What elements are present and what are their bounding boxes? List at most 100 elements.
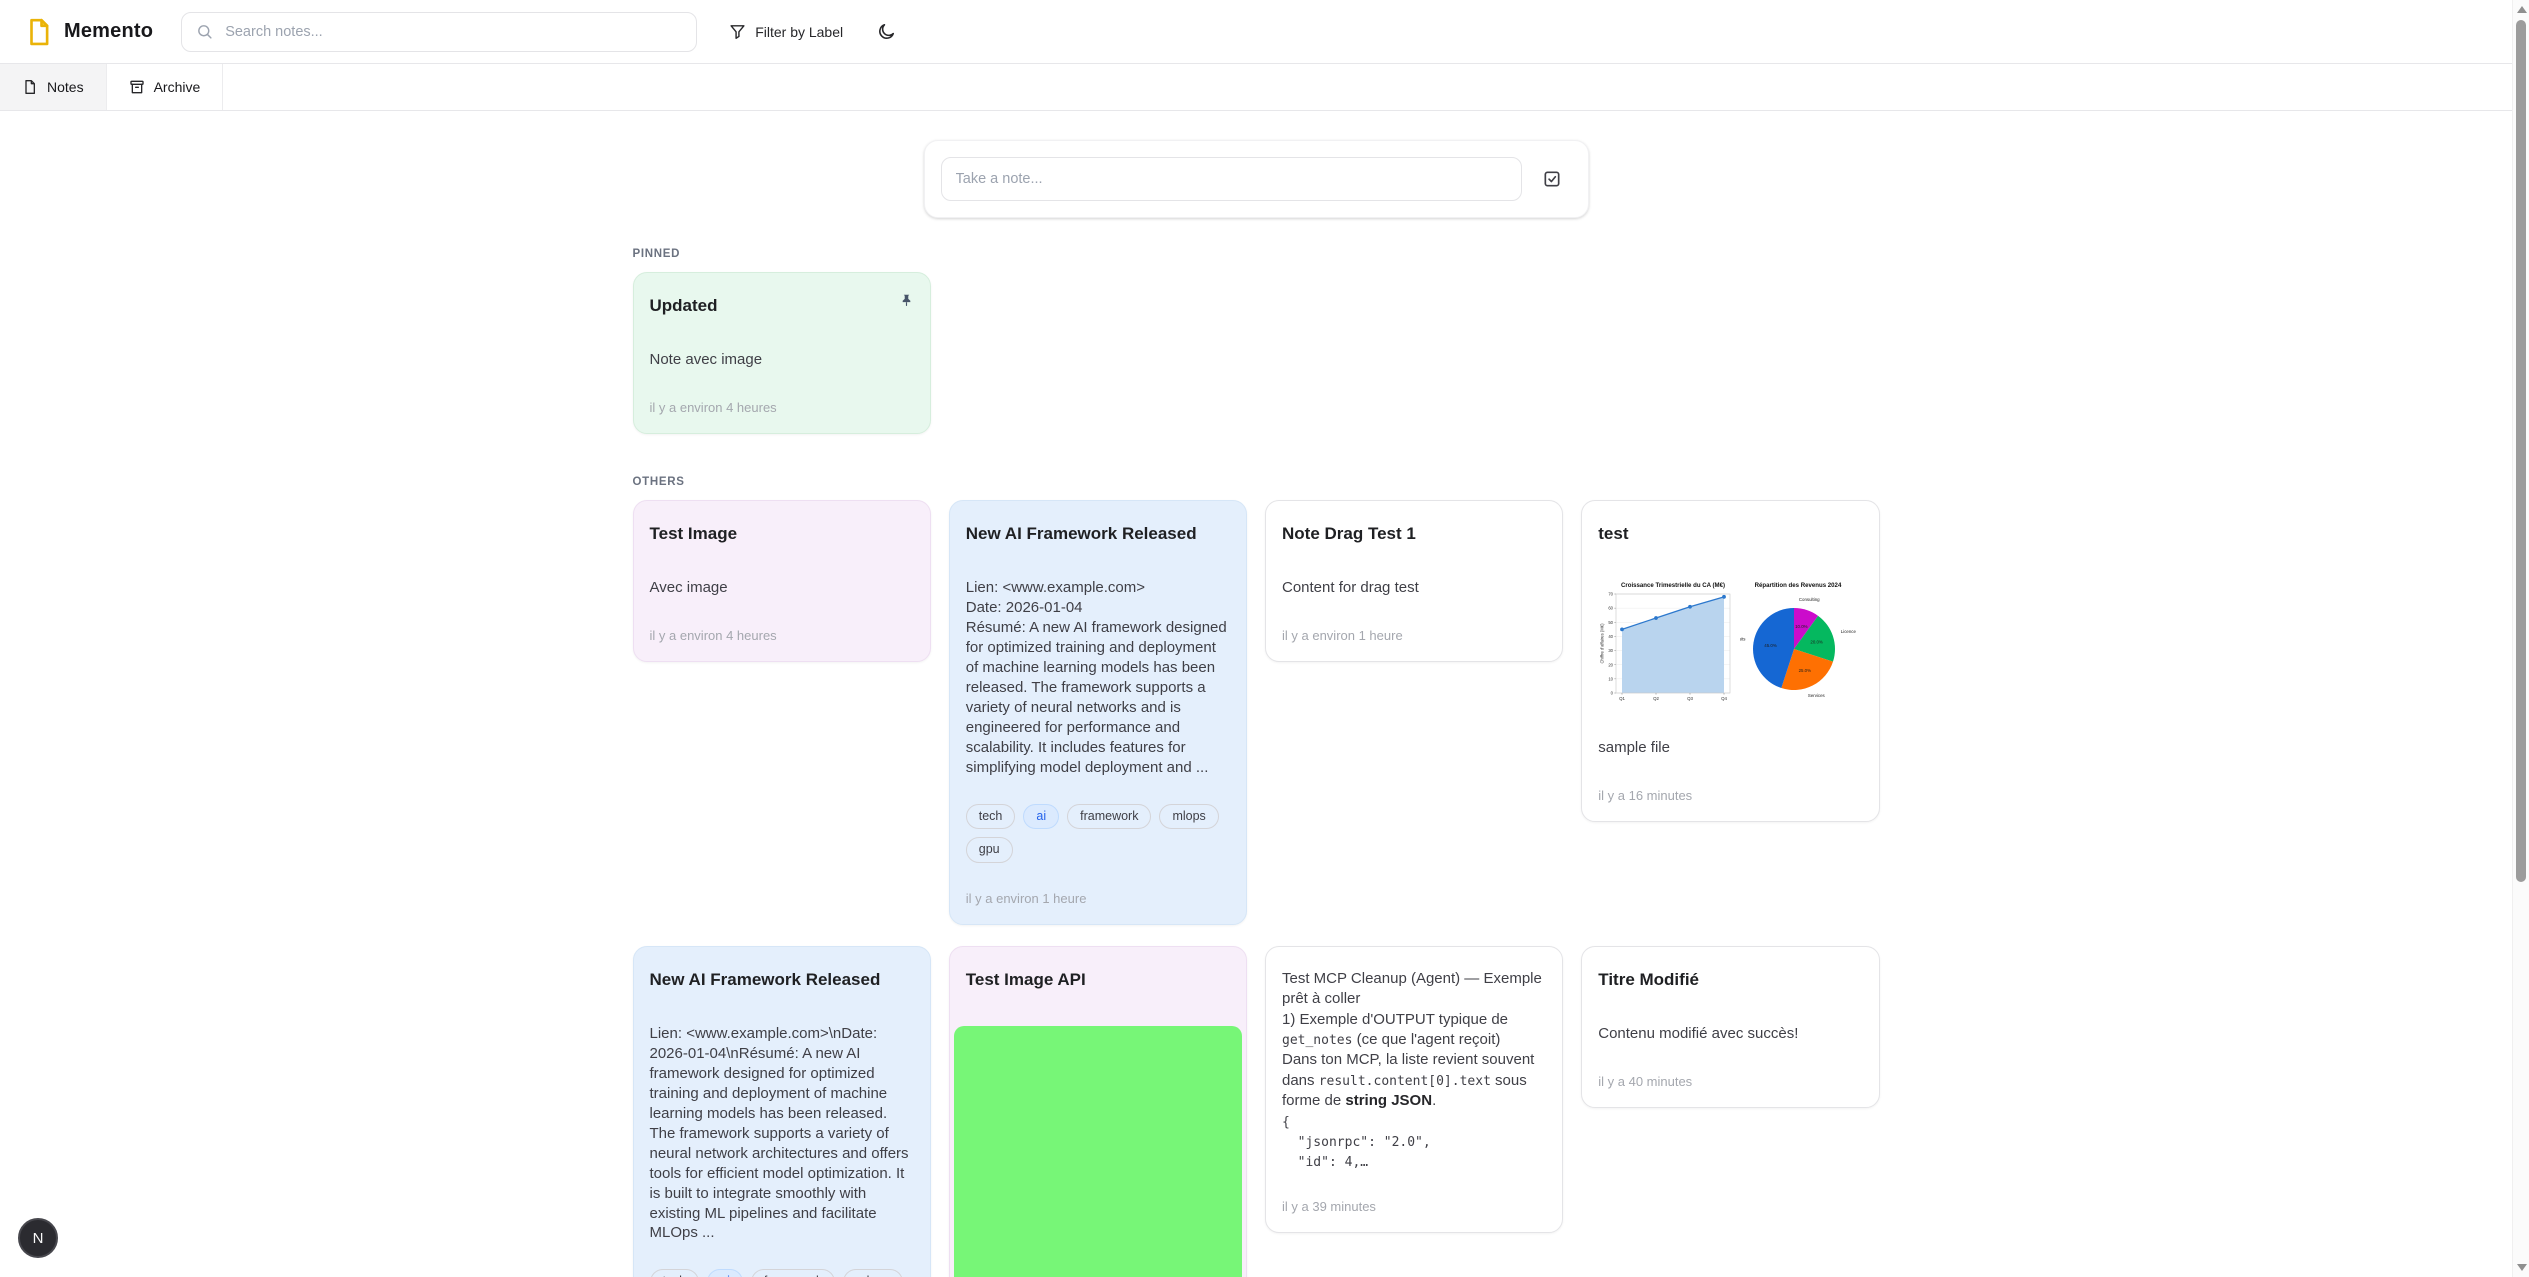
note-rich-line: "id": 4,… [1282, 1152, 1546, 1172]
svg-text:10: 10 [1609, 677, 1614, 682]
tab-notes[interactable]: Notes [0, 64, 107, 110]
search-icon [196, 23, 213, 40]
note-chart-image: Croissance Trimestrielle du CA (M€)01020… [1598, 578, 1862, 708]
note-timestamp: il y a 40 minutes [1598, 1074, 1862, 1089]
main-content: PINNED Updated Note avec image il y a envi… [0, 140, 2512, 1277]
tag-pill[interactable]: framework [1067, 804, 1151, 830]
filter-by-label-button[interactable]: Filter by Label [721, 17, 851, 46]
svg-text:Chiffre d'affaires (M€): Chiffre d'affaires (M€) [1600, 623, 1605, 664]
note-card[interactable]: Titre Modifié Contenu modifié avec succès… [1581, 946, 1879, 1108]
note-title: Test Image API [966, 969, 1230, 990]
note-card[interactable]: New AI Framework Released Lien: <www.exam… [949, 500, 1247, 925]
svg-text:45.0%: 45.0% [1765, 643, 1778, 648]
pinned-section-label: PINNED [633, 248, 1880, 260]
svg-text:Consulting: Consulting [1799, 598, 1820, 603]
tag-pill[interactable]: gpu [966, 837, 1013, 863]
note-rich-line: 1) Exemple d'OUTPUT typique de get_notes… [1282, 1010, 1546, 1051]
tag-pill[interactable]: framework [751, 1269, 835, 1277]
quarterly-growth-chart: Croissance Trimestrielle du CA (M€)01020… [1598, 578, 1736, 708]
others-grid: Test ImageAvec imageil y a environ 4 heu… [633, 500, 1880, 1277]
note-timestamp: il y a 16 minutes [1598, 788, 1862, 803]
note-timestamp: il y a environ 1 heure [1282, 628, 1546, 643]
note-card[interactable]: New AI Framework ReleasedLien: <www.exam… [633, 946, 931, 1277]
svg-text:Services: Services [1808, 693, 1826, 698]
note-content: Content for drag test [1282, 578, 1546, 598]
app-header: Memento Filter by Label [0, 0, 2529, 64]
checkbox-note-button[interactable] [1532, 159, 1572, 199]
note-title: Updated [650, 295, 914, 316]
pinned-grid: Updated Note avec image il y a environ 4 h… [633, 272, 1880, 434]
take-note-input[interactable] [941, 157, 1522, 201]
others-section-label: OTHERS [633, 476, 1880, 488]
note-rich-line: Dans ton MCP, la liste revient souvent d… [1282, 1050, 1546, 1111]
svg-text:Q3: Q3 [1687, 696, 1693, 701]
moon-icon [877, 22, 896, 41]
svg-text:30: 30 [1609, 649, 1614, 654]
svg-text:Répartition des Revenus 2024: Répartition des Revenus 2024 [1755, 582, 1842, 589]
app-logo-icon [24, 17, 54, 47]
tag-pill[interactable]: ai [707, 1269, 743, 1277]
tag-pill[interactable]: tech [966, 804, 1016, 830]
tab-notes-label: Notes [47, 79, 84, 95]
svg-text:70: 70 [1609, 592, 1614, 597]
note-rich-line: { [1282, 1112, 1546, 1132]
note-card[interactable]: Updated Note avec image il y a environ 4 h… [633, 272, 931, 434]
tag-pill[interactable]: ai [1023, 804, 1059, 830]
note-content: Lien: <www.example.com> Date: 2026-01-04… [966, 578, 1230, 777]
note-rich-line: Test MCP Cleanup (Agent) — Exemple prêt … [1282, 969, 1546, 1010]
note-title: New AI Framework Released [966, 523, 1230, 544]
scrollbar[interactable] [2512, 0, 2529, 1277]
note-file-icon [22, 79, 38, 95]
svg-text:40: 40 [1609, 634, 1614, 639]
note-title: New AI Framework Released [650, 969, 914, 990]
note-rich-content: Test MCP Cleanup (Agent) — Exemple prêt … [1282, 969, 1546, 1173]
note-timestamp: il y a environ 4 heures [650, 628, 914, 643]
svg-text:25.0%: 25.0% [1799, 668, 1812, 673]
search-input[interactable] [223, 23, 682, 41]
note-card[interactable]: Test Image API [949, 946, 1247, 1277]
note-content: sample file [1598, 738, 1862, 758]
svg-text:60: 60 [1609, 606, 1614, 611]
user-avatar-initial: N [33, 1230, 44, 1247]
notes-board: PINNED Updated Note avec image il y a envi… [633, 248, 1880, 1277]
scrollbar-thumb[interactable] [2516, 20, 2526, 882]
note-card[interactable]: Note Drag Test 1Content for drag testil … [1265, 500, 1563, 662]
svg-text:Q2: Q2 [1653, 696, 1659, 701]
svg-text:Croissance Trimestrielle du CA: Croissance Trimestrielle du CA (M€) [1621, 582, 1725, 589]
note-title: test [1598, 523, 1862, 544]
tag-pill[interactable]: mlops [843, 1269, 902, 1277]
note-title: Titre Modifié [1598, 969, 1862, 990]
note-card[interactable]: Test MCP Cleanup (Agent) — Exemple prêt … [1265, 946, 1563, 1233]
note-timestamp: il y a 39 minutes [1282, 1199, 1546, 1214]
tag-row: techai framework mlops gpu [966, 804, 1230, 863]
tab-bar: Notes Archive [0, 64, 2529, 111]
dark-mode-toggle[interactable] [869, 16, 904, 47]
app-title: Memento [64, 20, 153, 43]
tag-pill[interactable]: mlops [1159, 804, 1218, 830]
user-avatar[interactable]: N [18, 1218, 58, 1258]
archive-icon [129, 79, 145, 95]
note-card[interactable]: testCroissance Trimestrielle du CA (M€)0… [1581, 500, 1879, 822]
svg-text:Q4: Q4 [1721, 696, 1727, 701]
scrollbar-down-arrow[interactable] [2517, 1264, 2527, 1271]
svg-text:Licences: Licences [1841, 629, 1856, 634]
note-content: Note avec image [650, 350, 914, 370]
svg-text:20: 20 [1609, 663, 1614, 668]
note-content: Avec image [650, 578, 914, 598]
svg-text:50: 50 [1609, 620, 1614, 625]
note-card[interactable]: Test ImageAvec imageil y a environ 4 heu… [633, 500, 931, 662]
brand: Memento [24, 17, 153, 47]
note-timestamp: il y a environ 4 heures [650, 400, 914, 415]
search-box[interactable] [181, 12, 697, 52]
tab-archive[interactable]: Archive [107, 64, 224, 110]
note-rich-line: "jsonrpc": "2.0", [1282, 1132, 1546, 1152]
note-content: Contenu modifié avec succès! [1598, 1024, 1862, 1044]
tab-archive-label: Archive [154, 79, 201, 95]
app-root: Memento Filter by Label Notes [0, 0, 2529, 1277]
pin-icon[interactable] [898, 293, 916, 311]
filter-by-label-text: Filter by Label [755, 24, 843, 40]
tag-pill[interactable]: tech [650, 1269, 700, 1277]
scrollbar-up-arrow[interactable] [2517, 6, 2527, 13]
note-composer [924, 140, 1589, 218]
check-square-icon [1542, 169, 1562, 189]
